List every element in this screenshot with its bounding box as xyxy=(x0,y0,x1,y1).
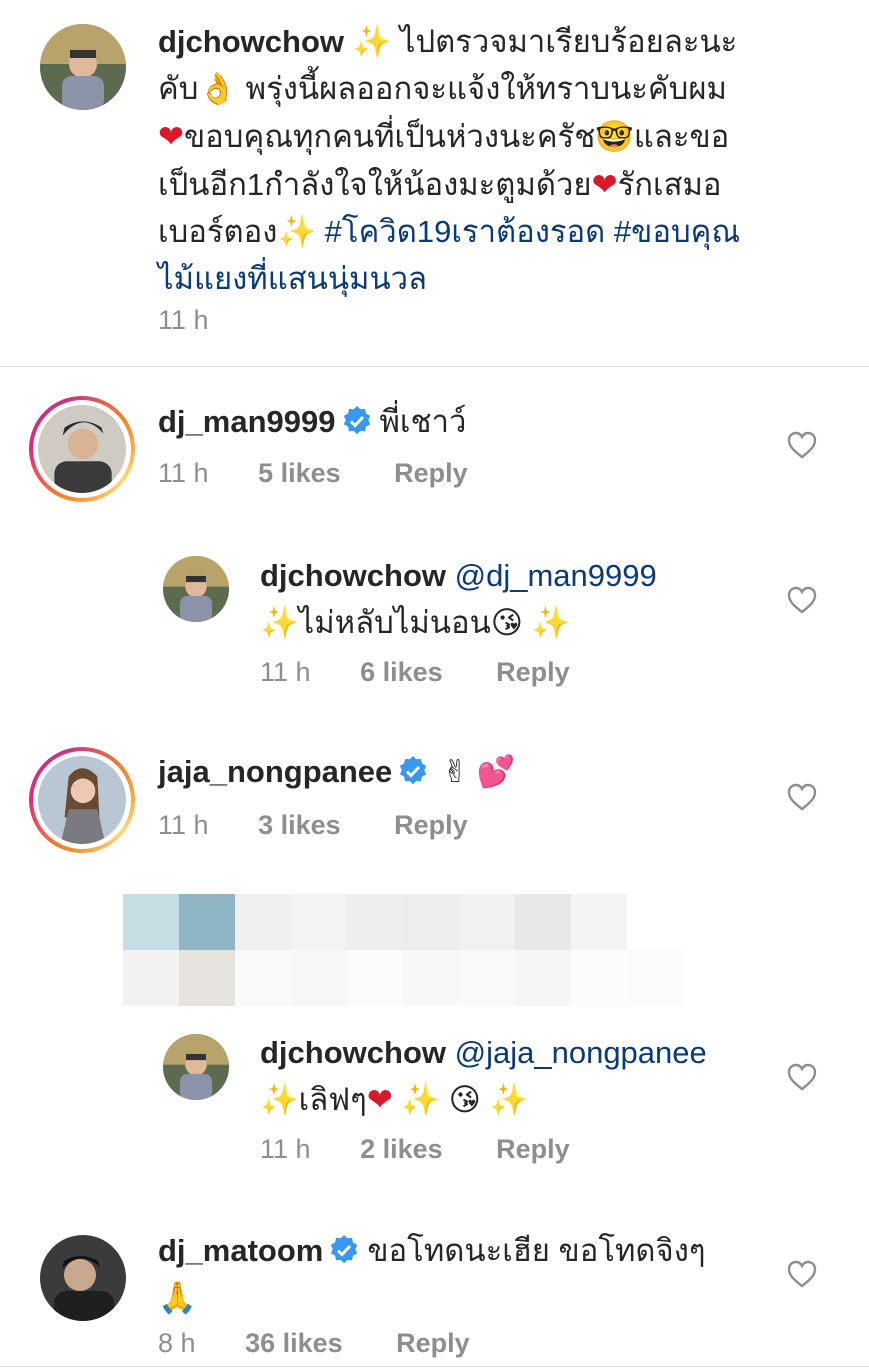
comment-3-body: ขอโทดนะเฮีย ขอโทดจิงๆ xyxy=(367,1233,706,1268)
sparkles-icon: ✨ xyxy=(260,1082,299,1117)
reply-2-likes[interactable]: 2 likes xyxy=(360,1134,443,1165)
reply-2-body: เลิฟๆ xyxy=(298,1082,367,1117)
reply-2-mention[interactable]: @jaja_nongpanee xyxy=(455,1035,707,1070)
caption-line3: ขอบคุณทุกคนที่เป็นห่วงนะครัช xyxy=(183,119,596,154)
reply-1-time: 11 h xyxy=(260,657,311,687)
avatar-dj-man9999[interactable] xyxy=(29,396,135,502)
kissing-face-icon: 😘 xyxy=(490,605,524,641)
comment-3-username[interactable]: dj_matoom xyxy=(158,1233,323,1268)
caption-line4: เป็นอีก1กำลังใจให้น้องมะตูมด้วย xyxy=(158,167,592,202)
comment-1-text: dj_man9999 พี่เชาว์ xyxy=(158,398,466,445)
avatar-jaja-nongpanee[interactable] xyxy=(29,747,135,853)
comment-2-reply[interactable]: Reply xyxy=(394,810,468,841)
comment-2-time: 11 h xyxy=(158,810,209,840)
caption-line3b: และขอ xyxy=(633,119,730,154)
comment-2-username[interactable]: jaja_nongpanee xyxy=(158,754,392,789)
like-heart-icon[interactable] xyxy=(787,1260,817,1288)
avatar-djchowchow[interactable] xyxy=(163,556,229,622)
caption-line2b: พรุ่งนี้ผลออกจะแจ้งให้ทราบนะคับผม xyxy=(245,71,727,106)
caption-line5: เบอร์ตอง xyxy=(158,214,278,249)
hashtag-thanks-cont[interactable]: ไม้แยงที่แสนนุ่มนวล xyxy=(158,261,427,296)
reply-1-meta: 11 h 6 likes Reply xyxy=(260,657,570,688)
pixelated-redaction xyxy=(123,894,683,1006)
comment-1-meta: 11 h 5 likes Reply xyxy=(158,458,468,489)
comment-2-likes[interactable]: 3 likes xyxy=(258,810,341,841)
verified-badge-icon xyxy=(400,756,427,785)
reply-2-time: 11 h xyxy=(260,1134,311,1164)
sparkles-icon: ✨ xyxy=(401,1082,441,1117)
reply-1-text: djchowchow @dj_man9999 ✨ไม่หลับไม่นอน😘 ✨ xyxy=(260,552,657,647)
nerd-face-icon: 🤓 xyxy=(595,119,634,155)
caption-text: djchowchow ✨ ไปตรวจมาเรียบร้อยละนะ คับ👌 … xyxy=(158,18,838,302)
kissing-face-icon: 😘 xyxy=(448,1082,481,1118)
red-heart-icon: ❤ xyxy=(158,119,184,154)
sparkles-icon: ✨ xyxy=(531,605,571,640)
reply-2-text: djchowchow @jaja_nongpanee ✨เลิฟๆ❤ ✨ 😘 ✨ xyxy=(260,1029,707,1124)
hashtag-thanks[interactable]: #ขอบคุณ xyxy=(614,214,740,249)
caption-username[interactable]: djchowchow xyxy=(158,24,344,59)
comment-3-text: dj_matoom ขอโทดนะเฮีย ขอโทดจิงๆ 🙏 xyxy=(158,1227,798,1322)
reply-2-meta: 11 h 2 likes Reply xyxy=(260,1134,570,1165)
red-heart-icon: ❤ xyxy=(591,167,618,202)
avatar-dj-matoom[interactable] xyxy=(40,1235,126,1321)
caption-line1: ไปตรวจมาเรียบร้อยละนะ xyxy=(399,24,738,59)
two-hearts-icon: 💕 xyxy=(476,754,516,790)
comment-1-username[interactable]: dj_man9999 xyxy=(158,404,336,439)
avatar-djchowchow[interactable] xyxy=(40,24,126,110)
reply-1-reply[interactable]: Reply xyxy=(496,657,570,688)
reply-2-username[interactable]: djchowchow xyxy=(260,1035,446,1070)
comment-1-reply[interactable]: Reply xyxy=(394,458,468,489)
sparkles-icon: ✨ xyxy=(260,605,299,640)
like-heart-icon[interactable] xyxy=(787,783,817,811)
folded-hands-icon: 🙏 xyxy=(158,1280,197,1316)
sparkles-icon: ✨ xyxy=(489,1082,529,1117)
comment-3-reply[interactable]: Reply xyxy=(396,1328,470,1359)
reply-1-body: ไม่หลับไม่นอน xyxy=(298,605,491,640)
comment-1-likes[interactable]: 5 likes xyxy=(258,458,341,489)
victory-hand-icon: ✌ xyxy=(442,754,469,790)
like-heart-icon[interactable] xyxy=(787,586,817,614)
red-heart-icon: ❤ xyxy=(366,1082,393,1117)
like-heart-icon[interactable] xyxy=(787,1063,817,1091)
reply-1-mention[interactable]: @dj_man9999 xyxy=(455,558,657,593)
ok-hand-icon: 👌 xyxy=(198,71,238,107)
comment-2-meta: 11 h 3 likes Reply xyxy=(158,810,468,841)
caption-time: 11 h xyxy=(158,305,209,335)
caption-meta: 11 h xyxy=(158,305,209,336)
like-heart-icon[interactable] xyxy=(787,431,817,459)
divider xyxy=(0,1366,869,1367)
comment-3-time: 8 h xyxy=(158,1328,196,1358)
hashtag-covid[interactable]: #โควิด19เราต้องรอด xyxy=(325,214,606,249)
sparkles-icon: ✨ xyxy=(352,24,392,59)
comment-1-body: พี่เชาว์ xyxy=(379,404,467,439)
verified-badge-icon xyxy=(331,1235,358,1264)
caption-line2a: คับ xyxy=(158,71,199,106)
caption-line4b: รักเสมอ xyxy=(617,167,722,202)
reply-1-username[interactable]: djchowchow xyxy=(260,558,446,593)
sparkles-icon: ✨ xyxy=(277,214,317,249)
reply-2-reply[interactable]: Reply xyxy=(496,1134,570,1165)
comment-3-meta: 8 h 36 likes Reply xyxy=(158,1328,470,1359)
comment-2-text: jaja_nongpanee ✌ 💕 xyxy=(158,748,516,796)
reply-1-likes[interactable]: 6 likes xyxy=(360,657,443,688)
avatar-djchowchow[interactable] xyxy=(163,1034,229,1100)
verified-badge-icon xyxy=(343,406,370,435)
comment-3-likes[interactable]: 36 likes xyxy=(245,1328,343,1359)
divider xyxy=(0,366,869,367)
comment-1-time: 11 h xyxy=(158,458,209,488)
